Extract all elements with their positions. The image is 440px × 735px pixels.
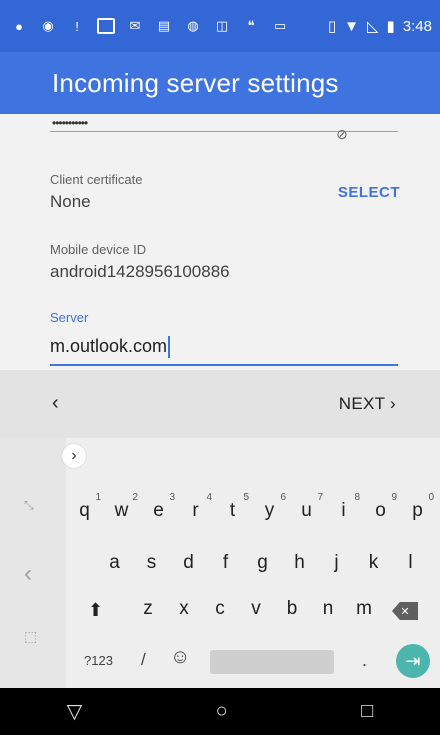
outlook-icon: ◫ [215,18,229,33]
keyboard-row-2: a s d f g h j k l [96,552,436,574]
server-settings-form: ••••••••••• ⊘ Client certificate None SE… [0,114,440,370]
system-navigation-bar: ▽ ○ □ [0,688,440,735]
password-mask: ••••••••••• [52,116,88,130]
key-j[interactable]: j [318,552,355,574]
key-u[interactable]: u7 [288,492,325,522]
key-c[interactable]: c [202,598,238,620]
shift-icon[interactable]: ⬆ [88,600,103,621]
collapse-left-icon[interactable]: ‹ [24,560,32,588]
enter-icon[interactable]: ⇥ [396,644,430,678]
server-input[interactable]: m.outlook.com [50,336,398,366]
select-certificate-button[interactable]: SELECT [338,184,400,201]
key-z[interactable]: z [130,598,166,620]
alert-icon: ! [75,18,79,34]
password-field[interactable]: ••••••••••• ⊘ [50,116,398,142]
wizard-nav-bar: ‹ NEXT › [0,370,440,438]
visibility-off-icon[interactable]: ⊘ [336,126,356,142]
mail-icon: ▭ [273,18,287,33]
vibrate-icon: ▯ [327,18,337,35]
nav-recents-icon[interactable]: □ [361,700,373,723]
battery-icon: ▮ [386,18,395,35]
key-a[interactable]: a [96,552,133,574]
key-w[interactable]: w2 [103,492,140,522]
key-s[interactable]: s [133,552,170,574]
next-button[interactable]: NEXT › [339,394,396,414]
server-label: Server [50,310,89,325]
client-certificate-value: None [50,192,91,211]
hangouts-icon: ❝ [247,18,255,33]
spotify-icon: ◉ [42,18,54,33]
image-icon [95,16,117,36]
key-x[interactable]: x [166,598,202,620]
text-cursor [168,336,171,358]
key-i[interactable]: i8 [325,492,362,522]
key-p[interactable]: p0 [399,492,436,522]
back-button[interactable]: ‹ [52,392,59,415]
status-bar: ● ◉ ! ✉ ▤ ◍ ◫ ❝ ▭ ▯ ▼ ◺ ▮ 3:48 [0,0,440,52]
key-l[interactable]: l [392,552,429,574]
wifi-icon: ▼ [344,17,359,35]
key-d[interactable]: d [170,552,207,574]
key-f[interactable]: f [207,552,244,574]
key-e[interactable]: e3 [140,492,177,522]
key-o[interactable]: o9 [362,492,399,522]
mobile-device-id-label: Mobile device ID [50,242,147,257]
system-status: ▯ ▼ ◺ ▮ 3:48 [327,17,432,36]
client-certificate-label: Client certificate [50,172,143,187]
space-bar[interactable] [210,650,334,674]
messenger-icon: ● [15,18,23,34]
key-k[interactable]: k [355,552,392,574]
one-handed-icon[interactable]: ⬚ [24,628,37,645]
emoji-icon[interactable]: ☺ [170,646,190,669]
nav-back-icon[interactable]: ▽ [67,699,82,724]
key-b[interactable]: b [274,598,310,620]
key-h[interactable]: h [281,552,318,574]
vpn-icon: ◍ [187,18,199,33]
keyboard-row-3: z x c v b n m [130,598,390,620]
key-period[interactable]: . [362,650,367,671]
key-n[interactable]: n [310,598,346,620]
server-input-value: m.outlook.com [50,336,168,356]
suggestion-expand-button[interactable]: › [62,444,86,468]
key-y[interactable]: y6 [251,492,288,522]
key-slash[interactable]: / [141,650,146,670]
resize-icon[interactable]: ⤡ [24,498,34,513]
news-icon: ▤ [157,18,171,33]
key-m[interactable]: m [346,598,382,620]
key-q[interactable]: q1 [66,492,103,522]
key-r[interactable]: r4 [177,492,214,522]
no-signal-icon: ◺ [366,18,379,35]
app-bar: Incoming server settings [0,52,440,114]
keyboard-side-panel: ⤡ ‹ ⬚ [0,438,66,688]
keyboard-row-1: q1 w2 e3 r4 t5 y6 u7 i8 o9 p0 [66,492,440,522]
key-t[interactable]: t5 [214,492,251,522]
gmail-icon: ✉ [129,18,141,33]
notification-icons: ● ◉ ! ✉ ▤ ◍ ◫ ❝ ▭ [8,16,291,36]
key-v[interactable]: v [238,598,274,620]
backspace-icon[interactable]: ✕ [392,602,418,620]
symbols-key[interactable]: ?123 [84,653,113,668]
nav-home-icon[interactable]: ○ [216,700,228,723]
soft-keyboard: ⤡ ‹ ⬚ › q1 w2 e3 r4 t5 y6 u7 i8 o9 p0 a … [0,438,440,688]
page-title: Incoming server settings [52,67,339,98]
mobile-device-id-value: android1428956100886 [50,262,230,281]
status-time: 3:48 [402,17,432,35]
key-g[interactable]: g [244,552,281,574]
